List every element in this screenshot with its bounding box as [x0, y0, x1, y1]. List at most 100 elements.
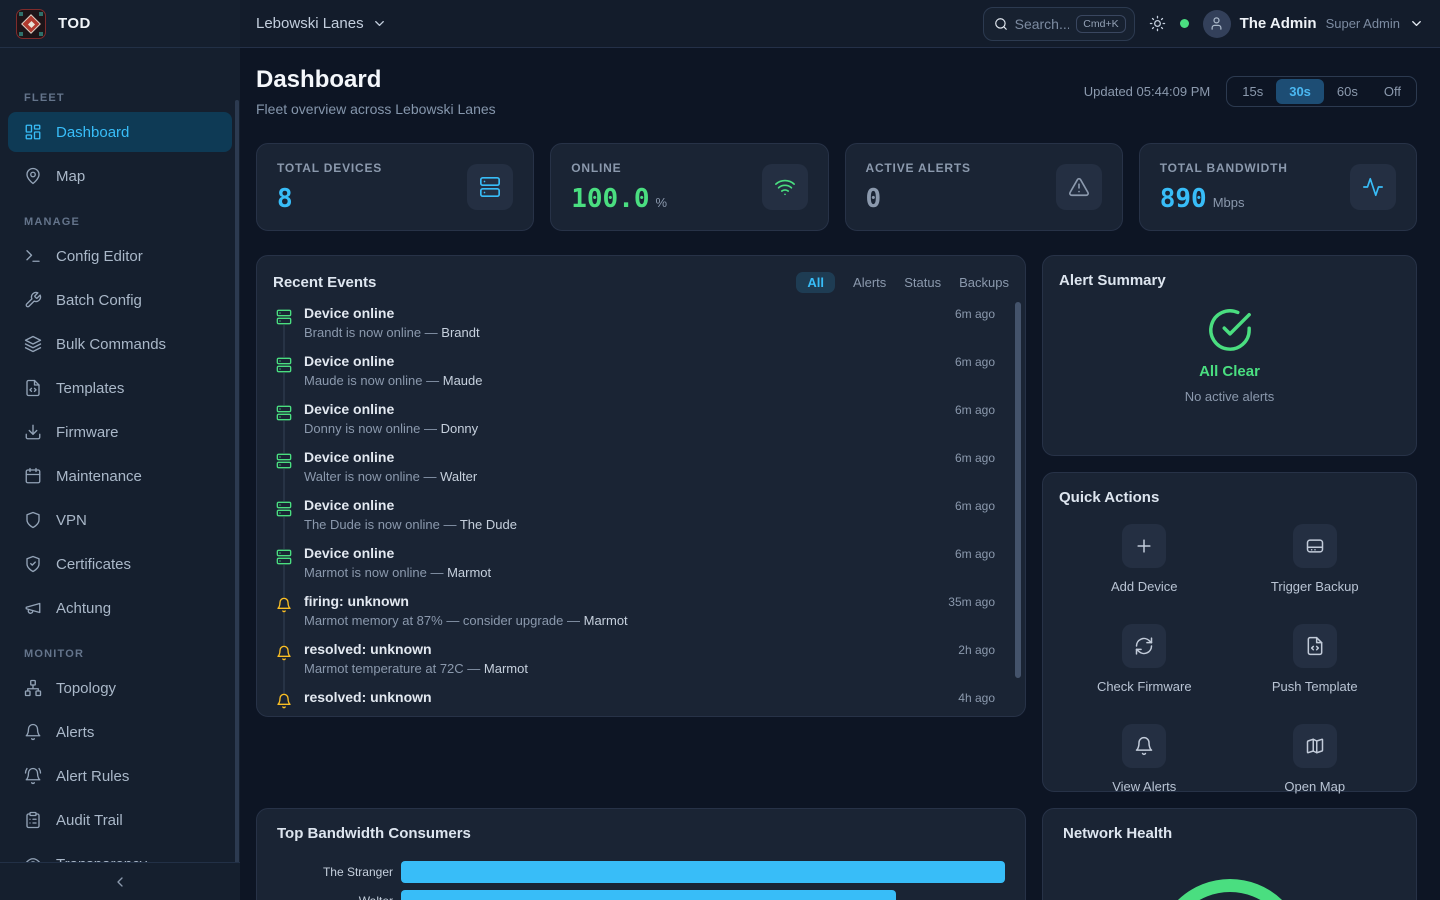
- interval-button-off[interactable]: Off: [1371, 79, 1414, 104]
- stat-card-online: ONLINE100.0%: [550, 143, 828, 231]
- open-map-button[interactable]: Open Map: [1230, 724, 1401, 794]
- brand-logo-icon: [16, 9, 46, 39]
- sidebar-item-label: Batch Config: [56, 292, 142, 309]
- stat-value: 0: [866, 184, 882, 214]
- wifi-icon: [762, 164, 808, 210]
- stat-card-total-bandwidth: TOTAL BANDWIDTH890Mbps: [1139, 143, 1417, 231]
- stat-card-total-devices: TOTAL DEVICES8: [256, 143, 534, 231]
- sidebar-item-label: Transparency: [56, 856, 147, 863]
- event-body: Device online6m agoMarmot is now online …: [304, 545, 1009, 593]
- event-tab-all[interactable]: All: [796, 272, 835, 293]
- sidebar-item-label: Audit Trail: [56, 812, 123, 829]
- network-icon: [24, 679, 42, 697]
- server-icon: [276, 501, 292, 517]
- event-title: Device online: [304, 545, 394, 561]
- calendar-icon: [24, 467, 42, 485]
- sidebar-section-label: Manage: [8, 216, 232, 228]
- sidebar-item-dashboard[interactable]: Dashboard: [8, 112, 232, 152]
- quick-action-label: Trigger Backup: [1271, 579, 1359, 594]
- sidebar-item-config-editor[interactable]: Config Editor: [8, 236, 232, 276]
- add-device-button[interactable]: Add Device: [1059, 524, 1230, 594]
- sidebar-item-audit-trail[interactable]: Audit Trail: [8, 800, 232, 840]
- sidebar-item-vpn[interactable]: VPN: [8, 500, 232, 540]
- event-tab-alerts[interactable]: Alerts: [853, 275, 886, 290]
- sidebar-item-alert-rules[interactable]: Alert Rules: [8, 756, 232, 796]
- sidebar-item-firmware[interactable]: Firmware: [8, 412, 232, 452]
- file-code-icon: [24, 379, 42, 397]
- sidebar-item-label: Alert Rules: [56, 768, 129, 785]
- sidebar-item-templates[interactable]: Templates: [8, 368, 232, 408]
- event-time: 35m ago: [948, 595, 1009, 609]
- sidebar-item-bulk-commands[interactable]: Bulk Commands: [8, 324, 232, 364]
- stat-info: TOTAL BANDWIDTH890Mbps: [1160, 161, 1288, 213]
- sidebar-collapse-button[interactable]: [0, 862, 240, 900]
- event-tab-backups[interactable]: Backups: [959, 275, 1009, 290]
- search-input[interactable]: Search... Cmd+K: [983, 7, 1135, 41]
- hard-drive-icon: [1293, 524, 1337, 568]
- search-shortcut-badge: Cmd+K: [1076, 15, 1125, 33]
- layout-dashboard-icon: [24, 123, 42, 141]
- map-pin-icon: [24, 167, 42, 185]
- theme-toggle-button[interactable]: [1149, 15, 1166, 32]
- event-body: resolved: unknown2h agoMarmot temperatur…: [304, 641, 1009, 689]
- sun-icon: [1149, 15, 1166, 32]
- network-health-title: Network Health: [1063, 825, 1396, 842]
- sidebar-item-maintenance[interactable]: Maintenance: [8, 456, 232, 496]
- sidebar-section: Manage Config Editor Batch Config Bulk Comm…: [8, 216, 232, 628]
- sidebar-item-label: Config Editor: [56, 248, 143, 265]
- sidebar-item-label: VPN: [56, 512, 87, 529]
- sidebar-item-map[interactable]: Map: [8, 156, 232, 196]
- quick-action-label: Push Template: [1272, 679, 1358, 694]
- sidebar-item-achtung[interactable]: Achtung: [8, 588, 232, 628]
- event-top: Device online6m ago: [304, 353, 1009, 369]
- event-subtitle: Marmot is now online — Marmot: [304, 565, 1009, 580]
- interval-button-30s[interactable]: 30s: [1276, 79, 1324, 104]
- sidebar-item-label: Topology: [56, 680, 116, 697]
- org-switcher[interactable]: Lebowski Lanes: [256, 15, 387, 32]
- event-row: Device online6m agoBrandt is now online …: [276, 305, 1009, 353]
- sidebar-item-label: Maintenance: [56, 468, 142, 485]
- sidebar-item-transparency[interactable]: Transparency: [8, 844, 232, 862]
- alert-triangle-icon: [1056, 164, 1102, 210]
- event-row: Device online6m agoThe Dude is now onlin…: [276, 497, 1009, 545]
- activity-icon: [1350, 164, 1396, 210]
- events-scrollbar[interactable]: [1015, 302, 1021, 678]
- view-alerts-button[interactable]: View Alerts: [1059, 724, 1230, 794]
- event-top: Device online6m ago: [304, 449, 1009, 465]
- push-template-button[interactable]: Push Template: [1230, 624, 1401, 694]
- event-subtitle: Brandt is now online — Brandt: [304, 325, 1009, 340]
- bandwidth-bar-track: [401, 861, 1005, 883]
- sidebar-item-topology[interactable]: Topology: [8, 668, 232, 708]
- sidebar-scrollbar[interactable]: [235, 100, 239, 862]
- server-icon: [276, 453, 292, 469]
- events-list: Device online6m ago Brandt is now online …: [276, 305, 1009, 711]
- search-placeholder: Search...: [1015, 16, 1070, 32]
- alert-summary-title: Alert Summary: [1059, 272, 1400, 289]
- chevron-down-icon: [372, 16, 387, 31]
- sidebar-item-batch-config[interactable]: Batch Config: [8, 280, 232, 320]
- interval-button-60s[interactable]: 60s: [1324, 79, 1371, 104]
- alert-summary-status: All Clear: [1199, 363, 1260, 380]
- bandwidth-device-label: Walter: [277, 894, 393, 900]
- stat-unit: %: [656, 195, 668, 210]
- interval-button-15s[interactable]: 15s: [1229, 79, 1276, 104]
- event-tab-status[interactable]: Status: [904, 275, 941, 290]
- trigger-backup-button[interactable]: Trigger Backup: [1230, 524, 1401, 594]
- event-subtitle: Maude is now online — Maude: [304, 373, 1009, 388]
- plus-icon: [1122, 524, 1166, 568]
- event-top: resolved: unknown4h ago: [304, 689, 1009, 705]
- sidebar-item-label: Bulk Commands: [56, 336, 166, 353]
- event-subtitle: Donny is now online — Donny: [304, 421, 1009, 436]
- alert-summary-card: Alert Summary All Clear No active alerts: [1042, 255, 1417, 456]
- org-name: Lebowski Lanes: [256, 15, 364, 32]
- eye-icon: [24, 855, 42, 862]
- check-firmware-button[interactable]: Check Firmware: [1059, 624, 1230, 694]
- event-row: firing: unknown35m agoMarmot memory at 8…: [276, 593, 1009, 641]
- bell-icon: [1122, 724, 1166, 768]
- sidebar-item-alerts[interactable]: Alerts: [8, 712, 232, 752]
- user-menu[interactable]: The Admin Super Admin: [1203, 10, 1424, 38]
- brand: TOD: [0, 0, 240, 48]
- sidebar-item-certificates[interactable]: Certificates: [8, 544, 232, 584]
- event-title: Device online: [304, 401, 394, 417]
- map-icon: [1293, 724, 1337, 768]
